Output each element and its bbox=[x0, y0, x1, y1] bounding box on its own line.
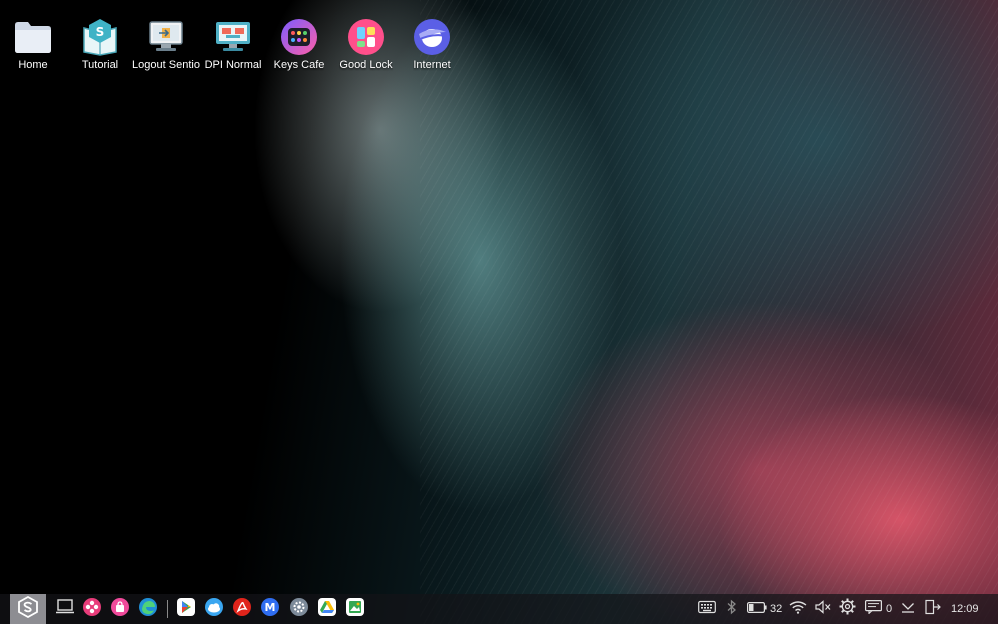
taskbar-app-weather[interactable] bbox=[204, 597, 224, 621]
desktop-icon-internet[interactable]: Internet bbox=[397, 18, 467, 78]
desktop-icon-tutorial[interactable]: S Tutorial bbox=[65, 18, 135, 78]
desktop-icon-label: Keys Cafe bbox=[273, 59, 325, 71]
notifications-tray[interactable]: 0 bbox=[865, 594, 892, 624]
desktop-icon-dpi-normal[interactable]: DPI Normal bbox=[198, 18, 268, 78]
battery-percentage: 32 bbox=[770, 603, 783, 615]
sentio-book-icon: S bbox=[81, 18, 119, 56]
svg-text:S: S bbox=[96, 25, 105, 39]
acrobat-icon bbox=[233, 597, 251, 621]
clock-time: 12:09 bbox=[951, 603, 979, 615]
taskbar-app-play-store[interactable] bbox=[176, 597, 196, 621]
weather-cloud-icon bbox=[205, 597, 223, 621]
m-letter-icon: M bbox=[261, 597, 279, 621]
bluetooth-icon bbox=[727, 599, 737, 620]
exit-dex-tray[interactable] bbox=[925, 594, 941, 624]
desktop-icon-label: Tutorial bbox=[81, 59, 119, 71]
dpi-monitor-icon bbox=[214, 18, 252, 56]
desktop-icon-label: Internet bbox=[413, 59, 451, 71]
battery-icon bbox=[747, 600, 767, 618]
desktop-icon-label: Logout Sentio bbox=[132, 59, 200, 71]
taskbar-app-gallery[interactable] bbox=[345, 597, 365, 621]
edge-icon bbox=[139, 597, 157, 621]
settings-tray[interactable] bbox=[839, 594, 856, 624]
taskbar-app-acrobat[interactable] bbox=[232, 597, 252, 621]
notification-icon bbox=[865, 599, 883, 619]
taskbar-app-store[interactable] bbox=[110, 597, 130, 621]
folder-icon bbox=[14, 18, 52, 56]
keyboard-tray[interactable] bbox=[698, 594, 716, 624]
desktop-icon-logout-sentio[interactable]: Logout Sentio bbox=[131, 18, 201, 78]
taskbar-app-flower[interactable] bbox=[82, 597, 102, 621]
keyboard-icon bbox=[698, 600, 716, 619]
desktop-icon-label: Good Lock bbox=[339, 59, 393, 71]
gear-icon bbox=[290, 597, 308, 621]
good-lock-icon bbox=[347, 18, 385, 56]
taskbar-app-edge[interactable] bbox=[138, 597, 158, 621]
wifi-icon bbox=[789, 600, 807, 619]
keys-cafe-icon bbox=[280, 18, 318, 56]
logout-monitor-icon bbox=[147, 18, 185, 56]
shopping-bag-icon bbox=[111, 597, 129, 621]
laptop-icon bbox=[56, 598, 74, 620]
taskbar-separator bbox=[167, 600, 168, 618]
internet-icon bbox=[413, 18, 451, 56]
show-desktop-tray[interactable] bbox=[901, 594, 915, 624]
play-store-icon bbox=[177, 597, 195, 621]
wallpaper-streaks bbox=[420, 0, 998, 624]
clock[interactable]: 12:09 bbox=[951, 594, 979, 624]
bluetooth-tray[interactable] bbox=[727, 594, 737, 624]
drive-icon bbox=[318, 597, 336, 621]
wifi-tray[interactable] bbox=[789, 594, 807, 624]
chevron-down-icon bbox=[901, 600, 915, 618]
taskbar-app-m[interactable]: M bbox=[260, 597, 280, 621]
desktop-icon-label: DPI Normal bbox=[204, 59, 262, 71]
desktop-icon-keys-cafe[interactable]: Keys Cafe bbox=[264, 18, 334, 78]
settings-gear-icon bbox=[839, 598, 856, 620]
taskbar-app-screen[interactable] bbox=[55, 598, 75, 620]
desktop-icon-good-lock[interactable]: Good Lock bbox=[331, 18, 401, 78]
volume-muted-icon bbox=[815, 599, 831, 619]
volume-tray[interactable] bbox=[815, 594, 831, 624]
taskbar-app-drive[interactable] bbox=[317, 597, 337, 621]
desktop-icon-home[interactable]: Home bbox=[0, 18, 68, 78]
taskbar: M 32 0 12:09 bbox=[0, 594, 998, 624]
notification-count: 0 bbox=[886, 603, 893, 615]
exit-icon bbox=[925, 599, 941, 620]
taskbar-app-settings[interactable] bbox=[289, 597, 309, 621]
battery-tray[interactable]: 32 bbox=[747, 594, 782, 624]
gallery-icon bbox=[346, 597, 364, 621]
start-button[interactable] bbox=[10, 594, 46, 624]
flower-icon bbox=[83, 597, 101, 621]
svg-text:M: M bbox=[265, 601, 276, 614]
sentio-logo-icon bbox=[17, 595, 39, 623]
desktop-icon-label: Home bbox=[18, 59, 48, 71]
